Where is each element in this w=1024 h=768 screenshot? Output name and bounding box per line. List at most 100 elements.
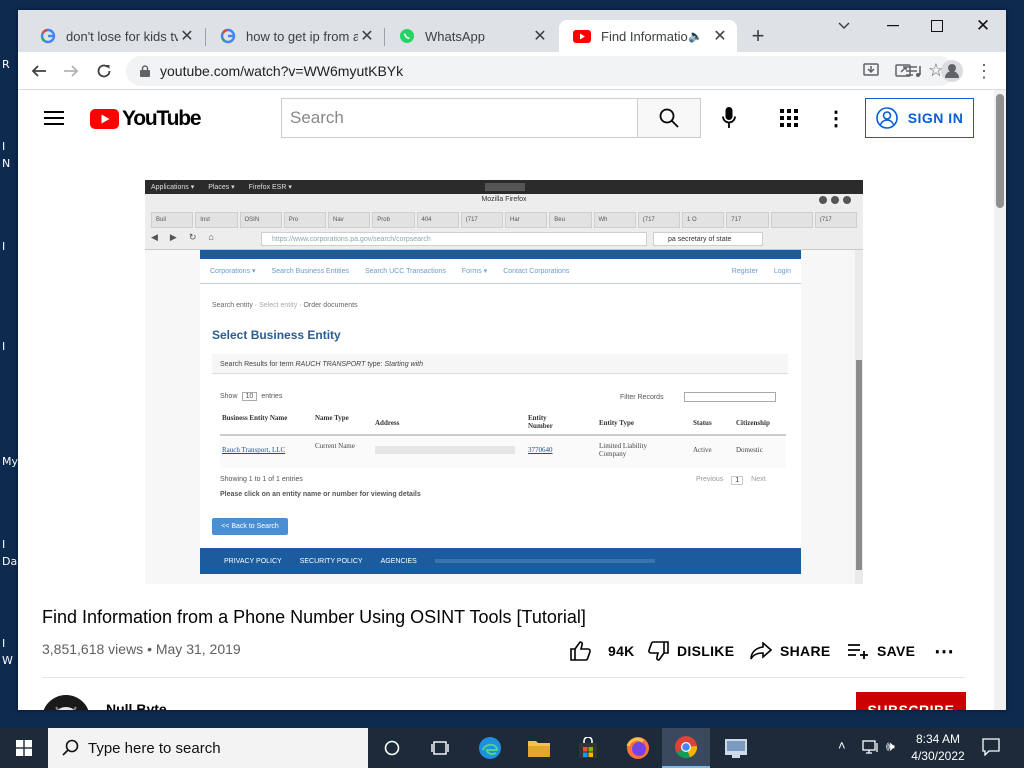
youtube-header: YouTube Search ⋮ SIGN IN xyxy=(18,90,994,146)
close-icon[interactable]: ✕ xyxy=(358,27,376,45)
firefox-tab-strip: Buil Inst OSIN Pro Nav Prob 404 (717 Har Beu Wh (71… xyxy=(151,212,857,228)
media-control-button[interactable] xyxy=(902,60,926,84)
subscribe-button[interactable]: SUBSCRIBE xyxy=(856,692,966,710)
kebab-menu-icon[interactable]: ⋮ xyxy=(974,59,994,83)
desktop-icon-label[interactable]: I xyxy=(2,140,5,153)
voice-search-button[interactable] xyxy=(717,106,741,130)
forward-button[interactable] xyxy=(58,58,84,84)
reload-button[interactable] xyxy=(91,58,117,84)
tab-strip: don't lose for kids tv ✕ how to get ip f… xyxy=(18,10,1006,52)
address-bar[interactable]: youtube.com/watch?v=WW6myutKBYk ☆ xyxy=(126,56,954,86)
chevron-down-icon xyxy=(838,22,850,30)
video-firefox-tab: 404 xyxy=(416,212,459,228)
site-nav-item: Contact Corporations xyxy=(503,267,570,275)
thumbs-down-icon xyxy=(648,641,669,661)
close-icon[interactable]: ✕ xyxy=(178,27,196,45)
youtube-play-icon xyxy=(90,109,119,129)
like-button[interactable]: 94K xyxy=(570,633,635,669)
taskbar-file-explorer[interactable] xyxy=(515,728,563,768)
video-firefox-tab: (717 xyxy=(460,212,503,228)
site-nav-item: Search Business Entities xyxy=(271,267,349,275)
new-tab-button[interactable]: + xyxy=(746,23,770,48)
install-icon[interactable] xyxy=(862,61,880,79)
lock-icon xyxy=(140,65,150,77)
volume-icon[interactable]: 🕪 xyxy=(886,738,895,755)
taskbar-search-placeholder: Type here to search xyxy=(88,739,221,757)
desktop-icon-label[interactable]: I xyxy=(2,538,5,551)
null-byte-avatar-icon xyxy=(43,695,89,710)
view-count-date: 3,851,618 views • May 31, 2019 xyxy=(42,641,241,657)
chevron-up-icon[interactable]: ˄ xyxy=(838,738,852,758)
taskbar-search-input[interactable]: Type here to search xyxy=(48,728,368,768)
edge-icon xyxy=(479,737,501,759)
more-actions-icon[interactable]: ⋯ xyxy=(934,633,954,669)
close-icon[interactable]: ✕ xyxy=(531,27,549,45)
start-button[interactable] xyxy=(0,728,48,768)
filter-records: Filter Records xyxy=(620,392,776,402)
system-clock[interactable]: 8:34 AM 4/30/2022 xyxy=(906,731,970,765)
task-view-button[interactable] xyxy=(416,728,464,768)
sign-in-button[interactable]: SIGN IN xyxy=(865,98,974,138)
desktop-icon-label[interactable]: Da xyxy=(2,555,17,568)
taskbar-edge[interactable] xyxy=(466,728,514,768)
channel-avatar[interactable] xyxy=(42,695,90,710)
desktop-icon-label[interactable]: N xyxy=(2,157,10,170)
taskbar-chrome[interactable] xyxy=(662,728,710,768)
maximize-button[interactable] xyxy=(922,14,952,38)
tab-search-button[interactable] xyxy=(832,14,856,38)
back-button[interactable] xyxy=(26,58,52,84)
minimize-button[interactable] xyxy=(878,14,908,38)
desktop-icon-label[interactable]: W xyxy=(2,654,13,667)
share-button[interactable]: SHARE xyxy=(750,633,831,669)
hamburger-menu-icon[interactable] xyxy=(42,106,66,130)
video-player[interactable]: Applications ▾ Places ▾ Firefox ESR ▾ Mo… xyxy=(145,180,863,584)
browser-tab[interactable]: WhatsApp ✕ xyxy=(385,20,557,52)
video-firefox-tab: Beu xyxy=(549,212,592,228)
network-icon[interactable] xyxy=(862,739,880,755)
speaker-icon[interactable]: 🔈 xyxy=(688,29,703,43)
video-firefox-tab: Har xyxy=(505,212,548,228)
browser-tab[interactable]: don't lose for kids tv ✕ xyxy=(26,20,204,52)
scrollbar-thumb[interactable] xyxy=(996,94,1004,208)
close-icon[interactable]: ✕ xyxy=(711,27,729,45)
browser-tab-active[interactable]: Find Information 🔈 ✕ xyxy=(559,20,737,52)
vm-clock-blur xyxy=(485,183,525,191)
folder-icon xyxy=(528,741,550,757)
page-scrollbar[interactable] xyxy=(994,90,1006,710)
cortana-button[interactable] xyxy=(368,728,416,768)
site-nav-register: Register xyxy=(731,267,758,275)
youtube-icon xyxy=(573,29,591,43)
channel-name[interactable]: Null Byte xyxy=(106,701,167,710)
desktop-icon-label[interactable]: My xyxy=(2,455,18,468)
dislike-button[interactable]: DISLIKE xyxy=(647,633,734,669)
results-hint: Please click on an entity name or number… xyxy=(220,491,421,498)
profile-button[interactable] xyxy=(940,59,964,83)
desktop-icon-label[interactable]: I xyxy=(2,240,5,253)
taskbar-firefox[interactable] xyxy=(614,728,662,768)
youtube-logo[interactable]: YouTube xyxy=(90,107,202,131)
site-nav-item: Forms ▾ xyxy=(461,268,488,275)
search-input[interactable]: Search xyxy=(281,98,638,138)
taskbar-store[interactable] xyxy=(564,728,612,768)
taskbar-app[interactable] xyxy=(712,728,760,768)
notification-icon[interactable] xyxy=(982,738,1000,756)
firefox-url-bar: https://www.corporations.pa.gov/search/c… xyxy=(261,232,647,246)
results-caption: Search Results for term RAUCH TRANSPORT … xyxy=(212,354,788,374)
video-firefox-tab: (717 xyxy=(814,212,857,228)
desktop-icon-label[interactable]: R xyxy=(2,58,10,71)
vm-top-panel: Applications ▾ Places ▾ Firefox ESR ▾ xyxy=(145,180,863,194)
desktop-icon-label[interactable]: I xyxy=(2,637,5,650)
save-label: SAVE xyxy=(877,643,916,659)
apps-grid-icon[interactable] xyxy=(777,106,801,130)
save-button[interactable]: SAVE xyxy=(847,633,915,669)
clock-time: 8:34 AM xyxy=(915,732,961,746)
tab-title: WhatsApp xyxy=(425,28,485,44)
window-close-button[interactable]: ✕ xyxy=(968,14,998,38)
desktop-icon-label[interactable]: I xyxy=(2,340,5,353)
settings-kebab-icon[interactable]: ⋮ xyxy=(826,106,846,130)
maximize-icon xyxy=(931,20,943,32)
browser-tab[interactable]: how to get ip from an ✕ xyxy=(206,20,384,52)
search-button[interactable] xyxy=(637,98,701,138)
video-firefox-tab: 1 O xyxy=(682,212,725,228)
firefox-window-controls xyxy=(819,196,851,204)
